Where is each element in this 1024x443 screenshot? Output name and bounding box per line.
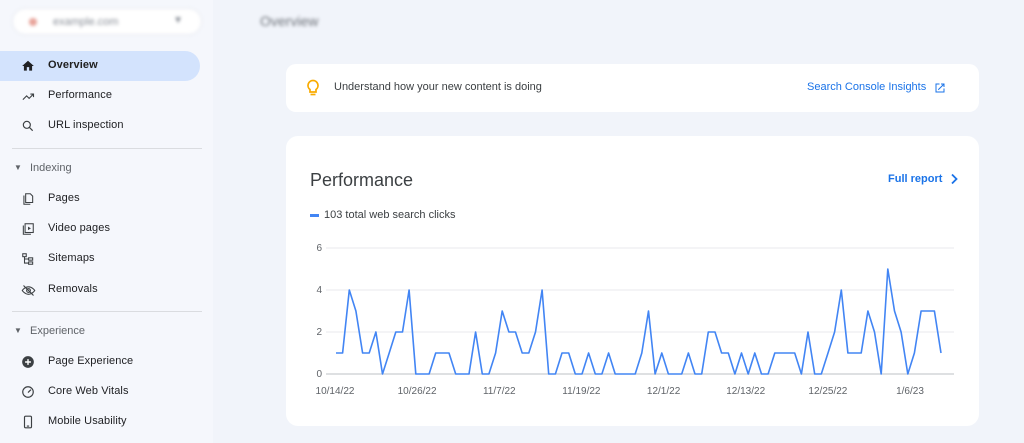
- sidebar-item-url-inspection[interactable]: URL inspection: [0, 111, 200, 141]
- sidebar-item-overview[interactable]: Overview: [0, 51, 200, 81]
- performance-card: Performance Full report 103 total web se…: [286, 136, 979, 426]
- x-tick-label: 10/26/22: [398, 386, 437, 397]
- insights-banner: Understand how your new content is doing…: [286, 64, 979, 112]
- section-indexing[interactable]: ▼ Indexing: [0, 158, 200, 180]
- property-favicon-icon: [29, 18, 37, 26]
- sidebar-item-label: Sitemaps: [48, 252, 95, 264]
- sidebar-item-mobile-usability[interactable]: Mobile Usability: [0, 407, 200, 437]
- sidebar-item-sitemaps[interactable]: Sitemaps: [0, 244, 200, 274]
- sidebar-item-label: Core Web Vitals: [48, 385, 129, 397]
- sidebar-item-label: Removals: [48, 283, 98, 295]
- video-pages-icon: [20, 221, 36, 237]
- sidebar-item-label: Mobile Usability: [48, 415, 127, 427]
- x-tick-label: 11/7/22: [483, 386, 516, 397]
- sidebar-item-video-pages[interactable]: Video pages: [0, 214, 200, 244]
- dropdown-arrow-icon: ▼: [173, 15, 183, 26]
- x-tick-label: 12/13/22: [726, 386, 765, 397]
- caret-down-icon: ▼: [14, 326, 22, 335]
- clicks-series-line: [336, 268, 942, 375]
- lightbulb-icon: [306, 79, 320, 102]
- sidebar-item-performance[interactable]: Performance: [0, 81, 200, 111]
- y-tick-label: 4: [316, 285, 322, 296]
- search-icon: [20, 118, 36, 134]
- x-tick-label: 11/19/22: [562, 386, 601, 397]
- sidebar: example.com ▼ Overview Performance URL i…: [0, 0, 213, 443]
- sidebar-item-removals[interactable]: Removals: [0, 275, 200, 305]
- section-experience[interactable]: ▼ Experience: [0, 321, 200, 343]
- sidebar-item-core-web-vitals[interactable]: Core Web Vitals: [0, 377, 200, 407]
- sidebar-item-label: Performance: [48, 89, 113, 101]
- home-icon: [20, 58, 36, 74]
- sidebar-item-label: Page Experience: [48, 355, 134, 367]
- sitemap-icon: [20, 251, 36, 267]
- x-tick-label: 12/1/22: [647, 386, 681, 397]
- sidebar-divider: [12, 311, 202, 312]
- y-tick-label: 0: [316, 369, 322, 380]
- performance-chart: 0 2 4 6 10/14/22 10/26/22 11/7/22 11/19/22 12/1/…: [316, 243, 954, 397]
- sidebar-item-label: Pages: [48, 192, 80, 204]
- plus-circle-icon: [20, 354, 36, 370]
- sidebar-item-label: URL inspection: [48, 119, 124, 131]
- sidebar-item-pages[interactable]: Pages: [0, 184, 200, 214]
- property-selector[interactable]: example.com ▼: [12, 8, 202, 35]
- trending-up-icon: [20, 88, 36, 104]
- caret-down-icon: ▼: [14, 163, 22, 172]
- sidebar-divider: [12, 148, 202, 149]
- insights-message: Understand how your new content is doing: [334, 81, 542, 93]
- property-name: example.com: [53, 16, 119, 28]
- x-tick-label: 1/6/23: [896, 386, 924, 397]
- open-external-icon[interactable]: [934, 81, 946, 99]
- pages-icon: [20, 191, 36, 207]
- y-tick-label: 2: [316, 327, 322, 338]
- sidebar-item-page-experience[interactable]: Page Experience: [0, 347, 200, 377]
- section-label: Indexing: [30, 162, 72, 174]
- eye-off-icon: [20, 282, 36, 298]
- sidebar-item-label: Overview: [48, 59, 98, 71]
- x-tick-label: 12/25/22: [808, 386, 847, 397]
- phone-icon: [20, 414, 36, 430]
- gauge-icon: [20, 384, 36, 400]
- search-console-insights-link[interactable]: Search Console Insights: [807, 81, 926, 93]
- sidebar-item-label: Video pages: [48, 222, 111, 234]
- section-label: Experience: [30, 325, 86, 337]
- page-title: Overview: [260, 13, 319, 29]
- y-tick-label: 6: [316, 243, 322, 254]
- x-tick-label: 10/14/22: [316, 386, 355, 397]
